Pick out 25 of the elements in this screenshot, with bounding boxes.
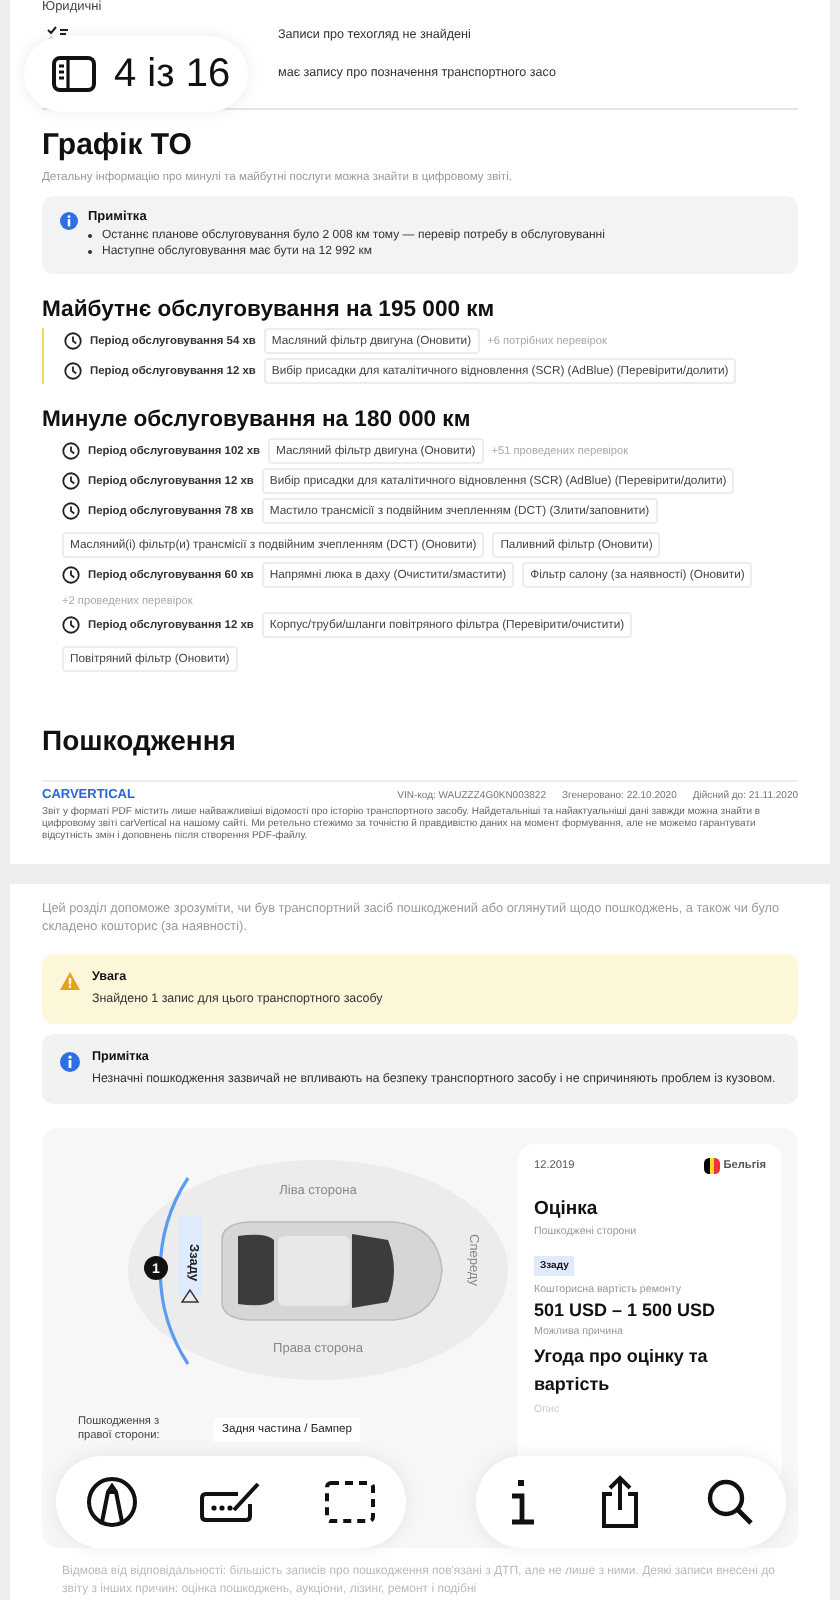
info-icon xyxy=(60,1052,80,1072)
page-indicator[interactable]: 4 із 16 xyxy=(24,36,248,112)
flag-icon xyxy=(703,1158,720,1174)
section-title: Пошкодження xyxy=(42,724,238,756)
clock-icon xyxy=(62,566,80,584)
info-icon xyxy=(60,212,78,230)
clock-icon xyxy=(62,442,80,460)
warning-icon xyxy=(180,1288,200,1303)
selection-icon[interactable] xyxy=(319,1476,380,1528)
clock-icon xyxy=(62,472,80,490)
page-count: 4 із 16 xyxy=(114,51,231,97)
group-title: Минуле обслуговування на 180 000 км xyxy=(42,408,473,432)
clock-icon xyxy=(62,502,80,520)
cause-value: Угода про оцінку та вартість xyxy=(534,1344,710,1398)
clock-icon xyxy=(64,332,82,350)
rear-zone-highlight xyxy=(178,1216,202,1296)
group-title: Майбутнє обслуговування на 195 000 км xyxy=(42,298,497,322)
sidebar-icon xyxy=(52,56,96,92)
card-title: Оцінка xyxy=(534,1198,600,1220)
warning-icon xyxy=(60,972,80,990)
cost-value: 501 USD – 1 500 USD xyxy=(534,1300,718,1320)
clock-icon xyxy=(62,616,80,634)
markup-icon[interactable] xyxy=(82,1472,143,1532)
clock-icon xyxy=(64,362,82,380)
section-title: Графік ТО xyxy=(42,128,194,162)
